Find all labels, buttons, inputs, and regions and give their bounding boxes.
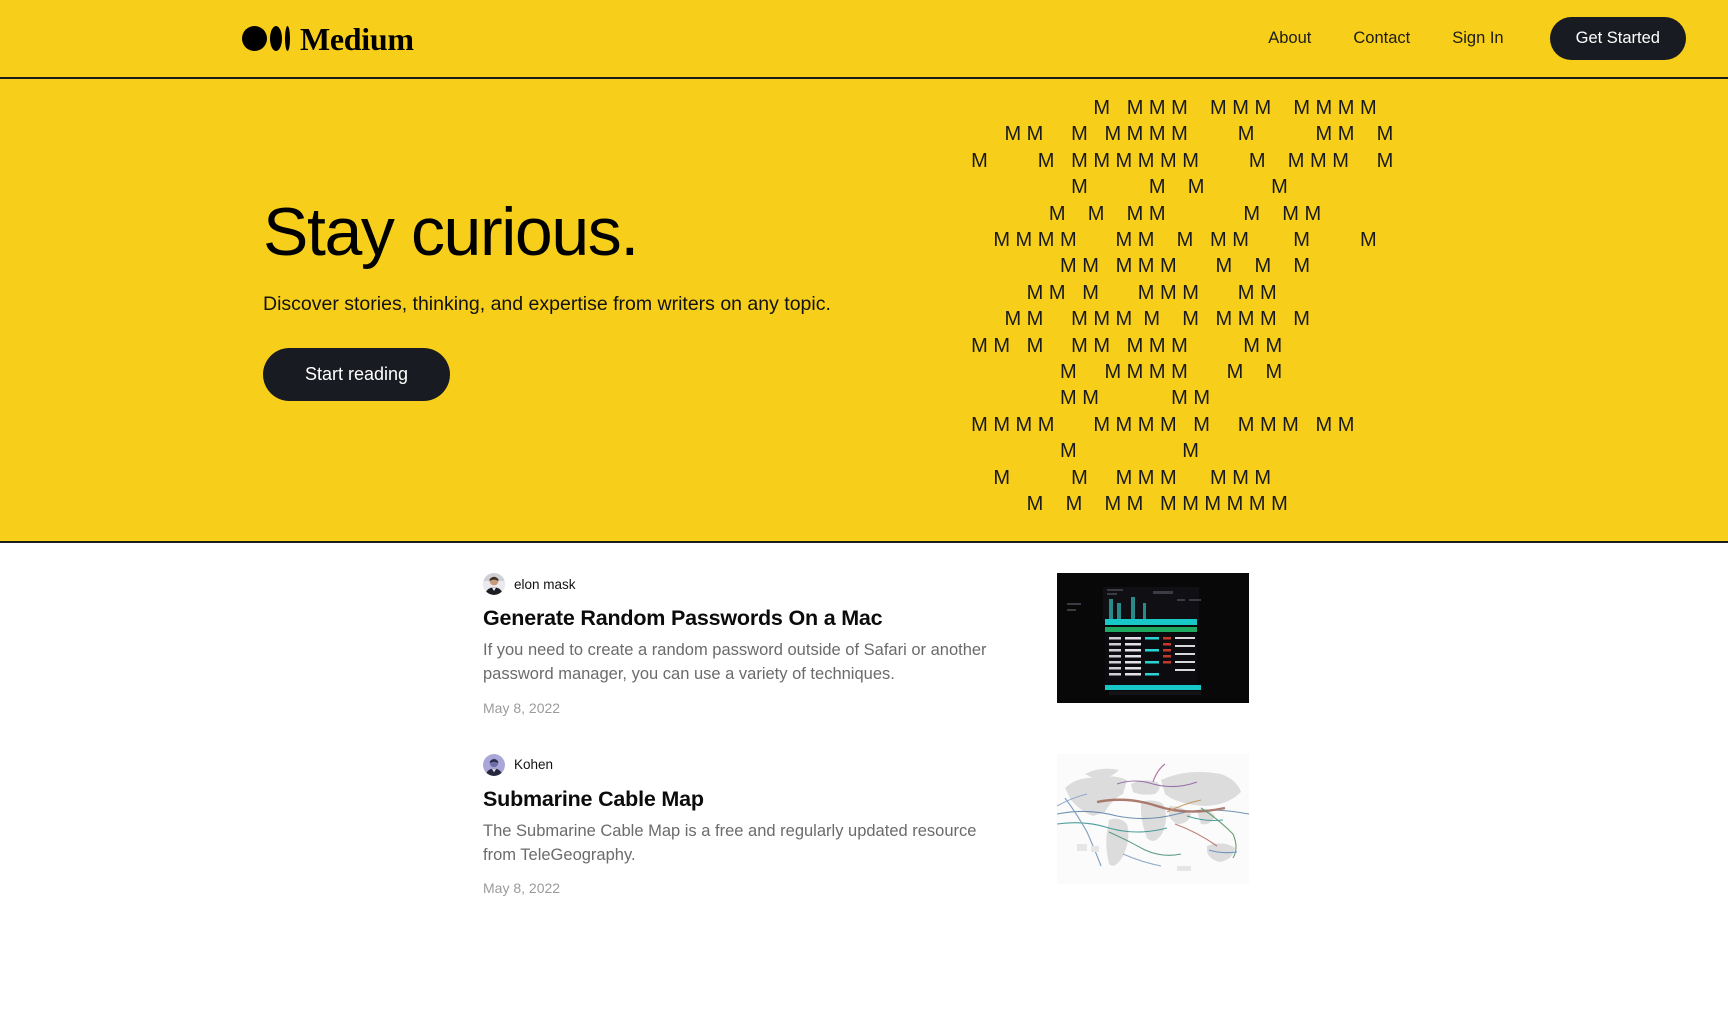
user-avatar-photo <box>483 573 505 595</box>
start-reading-button[interactable]: Start reading <box>263 347 451 401</box>
m-pattern-row: M M M M M M M M M M <box>960 334 1283 357</box>
m-pattern-row: M M M M M M M M M M M <box>960 97 1377 119</box>
user-avatar-photo <box>483 753 505 776</box>
m-pattern-row: M M M M M M M M <box>960 466 1272 489</box>
m-pattern-row: M M <box>960 440 1199 463</box>
logo-bar-shape <box>285 26 290 51</box>
primary-nav: About Contact Sign In Get Started <box>1268 17 1686 60</box>
article-title[interactable]: Generate Random Passwords On a Mac <box>483 605 1028 632</box>
page-root: Medium About Contact Sign In Get Started… <box>0 0 1728 1028</box>
brand-wordmark: Medium <box>300 20 414 57</box>
hero-subtitle: Discover stories, thinking, and expertis… <box>263 293 831 316</box>
article-card[interactable]: elon mask Generate Random Passwords On a… <box>479 573 1249 716</box>
hero-copy: Stay curious. Discover stories, thinking… <box>263 194 903 401</box>
m-pattern-row: M M M M <box>960 176 1288 199</box>
m-pattern-row: M M M M M M M <box>960 361 1283 383</box>
nav-link-about[interactable]: About <box>1268 23 1311 54</box>
logo-circle-shape <box>242 26 267 51</box>
m-pattern-row: M M M M M M M M M M M M M M <box>960 413 1355 436</box>
article-date: May 8, 2022 <box>483 880 561 897</box>
get-started-button[interactable]: Get Started <box>1549 17 1686 60</box>
m-pattern-row: M M M M M M M M M M M <box>960 229 1377 251</box>
logo-ellipse-shape <box>270 26 282 51</box>
article-content: Kohen Submarine Cable Map The Submarine … <box>483 753 1028 897</box>
terminal-screenshot-thumbnail <box>1057 573 1249 703</box>
article-author[interactable]: Kohen <box>483 753 1028 776</box>
m-pattern-row: M M M M M M M M M M M M M <box>960 149 1394 172</box>
article-date: May 8, 2022 <box>483 699 561 716</box>
article-author[interactable]: elon mask <box>483 573 1028 595</box>
medium-logo-icon <box>242 26 290 52</box>
m-pattern-row: M M M M M M M <box>960 202 1322 225</box>
m-pattern-row: M M M M M M M M M M <box>960 493 1288 515</box>
article-content: elon mask Generate Random Passwords On a… <box>483 573 1028 716</box>
article-card[interactable]: Kohen Submarine Cable Map The Submarine … <box>479 753 1249 897</box>
site-header: Medium About Contact Sign In Get Started <box>0 0 1728 79</box>
m-pattern-row: M M M M M M M M M M M <box>960 308 1310 331</box>
nav-link-contact[interactable]: Contact <box>1353 23 1410 54</box>
m-pattern-row: M M M M <box>960 387 1211 410</box>
article-description: The Submarine Cable Map is a free and re… <box>483 821 977 864</box>
article-feed: elon mask Generate Random Passwords On a… <box>0 543 1728 896</box>
nav-link-signin[interactable]: Sign In <box>1452 23 1503 54</box>
m-pattern-row: M M M M M M M M M M M <box>960 123 1394 146</box>
article-author-name: elon mask <box>514 576 576 592</box>
hero-section: Stay curious. Discover stories, thinking… <box>0 79 1728 543</box>
article-author-name: Kohen <box>514 757 554 773</box>
article-title[interactable]: Submarine Cable Map <box>483 786 1028 813</box>
m-letter-pattern: M M M M M M M M M M M M M M M M M M M M … <box>960 97 1520 517</box>
hero-title: Stay curious. <box>263 194 639 270</box>
m-pattern-row: M M M M M M M M <box>960 255 1310 278</box>
world-map-thumbnail <box>1057 753 1249 884</box>
m-pattern-row: M M M M M M M M <box>960 281 1277 304</box>
article-description: If you need to create a random password … <box>483 640 987 683</box>
brand-logo[interactable]: Medium <box>242 23 414 55</box>
